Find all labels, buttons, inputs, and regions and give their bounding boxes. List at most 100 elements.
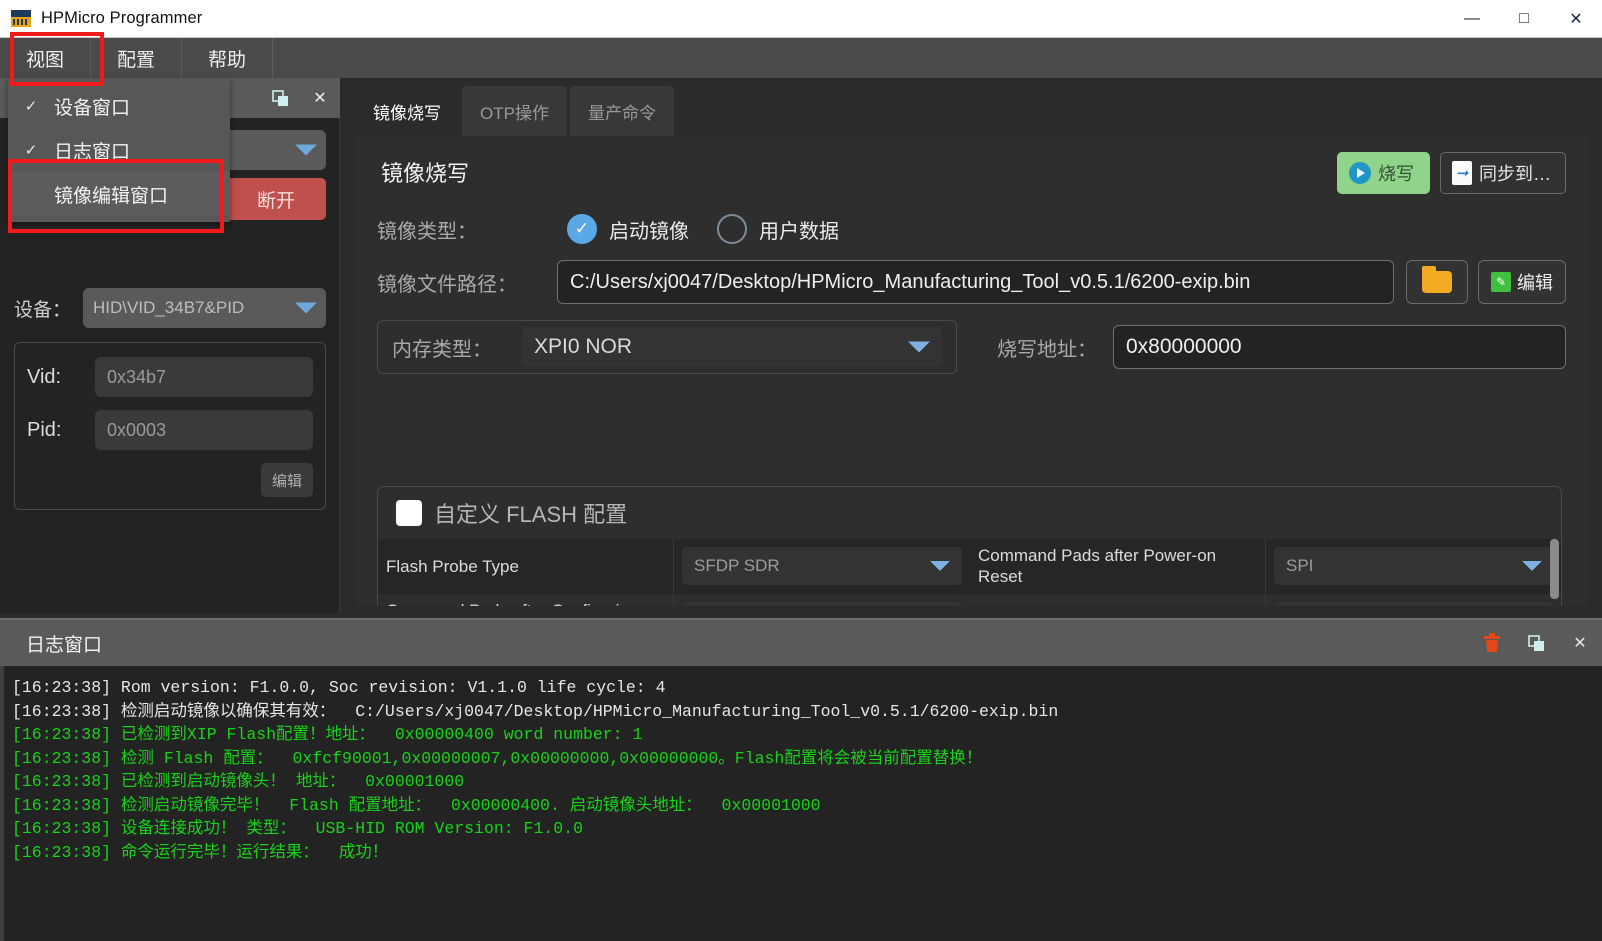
device-row: 设备： HID\VID_34B7&PID xyxy=(14,288,326,328)
float-icon[interactable] xyxy=(260,78,300,118)
cmd-pads-power-on-label: Command Pads after Power-on Reset xyxy=(970,539,1266,594)
trash-icon[interactable] xyxy=(1470,620,1514,666)
log-panel-header: 日志窗口 ✕ xyxy=(0,620,1602,666)
chevron-down-icon xyxy=(295,144,317,156)
memory-type-box: 内存类型： XPI0 NOR xyxy=(377,320,957,374)
log-line: [16:23:38] 检测启动镜像完毕！ Flash 配置地址： 0x00000… xyxy=(12,795,821,815)
memory-address-row: 内存类型： XPI0 NOR 烧写地址： 0x80000000 xyxy=(355,320,1588,374)
card-title: 镜像烧写 xyxy=(381,161,470,186)
maximize-button[interactable]: □ xyxy=(1498,0,1550,38)
memory-type-combo[interactable]: XPI0 NOR xyxy=(522,327,942,367)
close-icon[interactable]: ✕ xyxy=(1558,620,1602,666)
burn-button[interactable]: 烧写 xyxy=(1337,152,1430,194)
close-icon[interactable]: ✕ xyxy=(300,78,340,118)
float-icon[interactable] xyxy=(1514,620,1558,666)
file-path-input[interactable]: C:/Users/xj0047/Desktop/HPMicro_Manufact… xyxy=(557,260,1394,304)
log-line: [16:23:38] 检测启动镜像以确保其有效： C:/Users/xj0047… xyxy=(12,701,1059,721)
chevron-down-icon xyxy=(908,341,930,353)
view-menu-item-image-edit-window[interactable]: 镜像编辑窗口 xyxy=(8,172,230,216)
float-glyph xyxy=(271,89,288,106)
edit-image-button[interactable]: ✎ 编辑 xyxy=(1478,260,1566,304)
close-button[interactable]: ✕ xyxy=(1550,0,1602,38)
main-panel: 镜像烧写 OTP操作 量产命令 镜像烧写 烧写 ➞ 同步到… 镜像类型： ✓ 启… xyxy=(345,78,1602,613)
log-line: [16:23:38] 检测 Flash 配置： 0xfcf90001,0x000… xyxy=(12,748,983,768)
sync-to-button[interactable]: ➞ 同步到… xyxy=(1440,152,1566,194)
cmd-pads-config-select[interactable]: SPI xyxy=(682,601,962,606)
image-burn-card: 镜像烧写 烧写 ➞ 同步到… 镜像类型： ✓ 启动镜像 用户数据 镜像文件路径：… xyxy=(355,136,1588,606)
custom-flash-checkbox[interactable] xyxy=(396,500,422,526)
pid-label: Pid: xyxy=(27,418,62,441)
tab-image-burn[interactable]: 镜像烧写 xyxy=(355,86,459,136)
pid-row: Pid: 0x0003 xyxy=(27,410,313,450)
edit-device-button[interactable]: 编辑 xyxy=(261,463,313,497)
chevron-down-icon xyxy=(930,561,950,572)
cmd-pads-power-on-value: SPI xyxy=(1286,556,1314,576)
table-row: Flash Probe Type SFDP SDR Command Pads a… xyxy=(378,539,1561,594)
tab-mass-production[interactable]: 量产命令 xyxy=(569,86,674,136)
log-line: [16:23:38] 设备连接成功！ 类型： USB-HID ROM Versi… xyxy=(12,819,583,838)
form-area: 镜像类型： ✓ 启动镜像 用户数据 镜像文件路径： C:/Users/xj004 xyxy=(355,214,1588,392)
cmd-pads-power-on-select[interactable]: SPI xyxy=(1274,547,1554,586)
window-controls: — □ ✕ xyxy=(1446,0,1602,38)
card-actions: 烧写 ➞ 同步到… xyxy=(1337,152,1566,194)
view-menu-item-label: 设备窗口 xyxy=(54,97,131,119)
vid-row: Vid: 0x34b7 xyxy=(27,357,313,397)
radio-user-data-label: 用户数据 xyxy=(759,220,839,243)
pid-field[interactable]: 0x0003 xyxy=(95,410,313,450)
flash-probe-type-select[interactable]: SFDP SDR xyxy=(682,547,962,586)
log-line: [16:23:38] Rom version: F1.0.0, Soc revi… xyxy=(12,678,666,697)
flash-probe-type-value: SFDP SDR xyxy=(694,556,780,576)
view-menu-item-label: 镜像编辑窗口 xyxy=(54,185,169,207)
cmd-pads-config-label: Command Pads after Configuring FLASH xyxy=(378,593,674,606)
minimize-button[interactable]: — xyxy=(1446,0,1498,38)
edit-image-label: 编辑 xyxy=(1517,273,1553,293)
flash-config-panel: 自定义 FLASH 配置 Flash Probe Type SFDP SDR C… xyxy=(377,486,1562,606)
folder-icon xyxy=(1422,266,1452,293)
memory-type-label: 内存类型： xyxy=(392,338,492,361)
menu-item-config[interactable]: 配置 xyxy=(91,38,183,78)
quad-enable-cell: Not needed xyxy=(1266,594,1561,606)
menu-bar: 视图 配置 帮助 xyxy=(0,38,1602,78)
flash-config-scrollbar-thumb[interactable] xyxy=(1550,539,1559,599)
flash-config-header[interactable]: 自定义 FLASH 配置 xyxy=(378,487,1561,539)
radio-boot-image-label: 启动镜像 xyxy=(609,220,689,243)
app-logo-icon xyxy=(11,10,31,27)
cmd-pads-power-on-cell: SPI xyxy=(1266,539,1561,594)
burn-button-label: 烧写 xyxy=(1378,164,1414,184)
menu-item-view[interactable]: 视图 xyxy=(0,38,92,78)
cmd-pads-config-cell: SPI xyxy=(674,594,970,606)
vid-field[interactable]: 0x34b7 xyxy=(95,357,313,397)
file-path-row: 镜像文件路径： C:/Users/xj0047/Desktop/HPMicro_… xyxy=(355,260,1588,304)
device-combo[interactable]: HID\VID_34B7&PID xyxy=(83,288,326,328)
browse-folder-button[interactable] xyxy=(1406,260,1468,304)
radio-user-data[interactable]: 用户数据 xyxy=(717,214,839,244)
menu-item-help[interactable]: 帮助 xyxy=(182,38,274,78)
log-output[interactable]: [16:23:38] Rom version: F1.0.0, Soc revi… xyxy=(0,666,1602,941)
view-menu-item-label: 日志窗口 xyxy=(54,141,131,163)
memory-type-value: XPI0 NOR xyxy=(534,335,633,358)
disconnect-button[interactable]: 断开 xyxy=(226,178,326,220)
chevron-down-icon xyxy=(295,302,317,314)
document-arrow-icon: ➞ xyxy=(1452,161,1472,185)
log-panel-actions: ✕ xyxy=(1470,620,1602,666)
image-type-label: 镜像类型： xyxy=(377,220,477,243)
trash-glyph xyxy=(1484,633,1500,652)
burn-address-input[interactable]: 0x80000000 xyxy=(1113,325,1566,369)
device-label: 设备： xyxy=(14,299,72,321)
radio-unselected-icon xyxy=(717,214,747,244)
file-path-label: 镜像文件路径： xyxy=(377,273,517,296)
tab-otp[interactable]: OTP操作 xyxy=(462,86,567,136)
float-glyph xyxy=(1527,634,1544,651)
flash-probe-type-cell: SFDP SDR xyxy=(674,539,970,594)
log-line: [16:23:38] 已检测到XIP Flash配置！地址： 0x0000040… xyxy=(12,725,643,744)
check-icon: ✓ xyxy=(24,142,38,159)
quad-enable-select[interactable]: Not needed xyxy=(1274,601,1554,606)
view-menu-item-log-window[interactable]: ✓ 日志窗口 xyxy=(8,128,230,172)
image-type-radio-group: ✓ 启动镜像 用户数据 xyxy=(567,214,839,244)
radio-boot-image[interactable]: ✓ 启动镜像 xyxy=(567,214,689,244)
view-menu-item-device-window[interactable]: ✓ 设备窗口 xyxy=(8,84,230,128)
log-panel: 日志窗口 ✕ [16:23:38] Rom version: F1.0.0, S… xyxy=(0,618,1602,941)
window-title: HPMicro Programmer xyxy=(41,9,203,27)
image-type-row: 镜像类型： ✓ 启动镜像 用户数据 xyxy=(355,214,1588,244)
flash-probe-type-label: Flash Probe Type xyxy=(378,539,674,594)
